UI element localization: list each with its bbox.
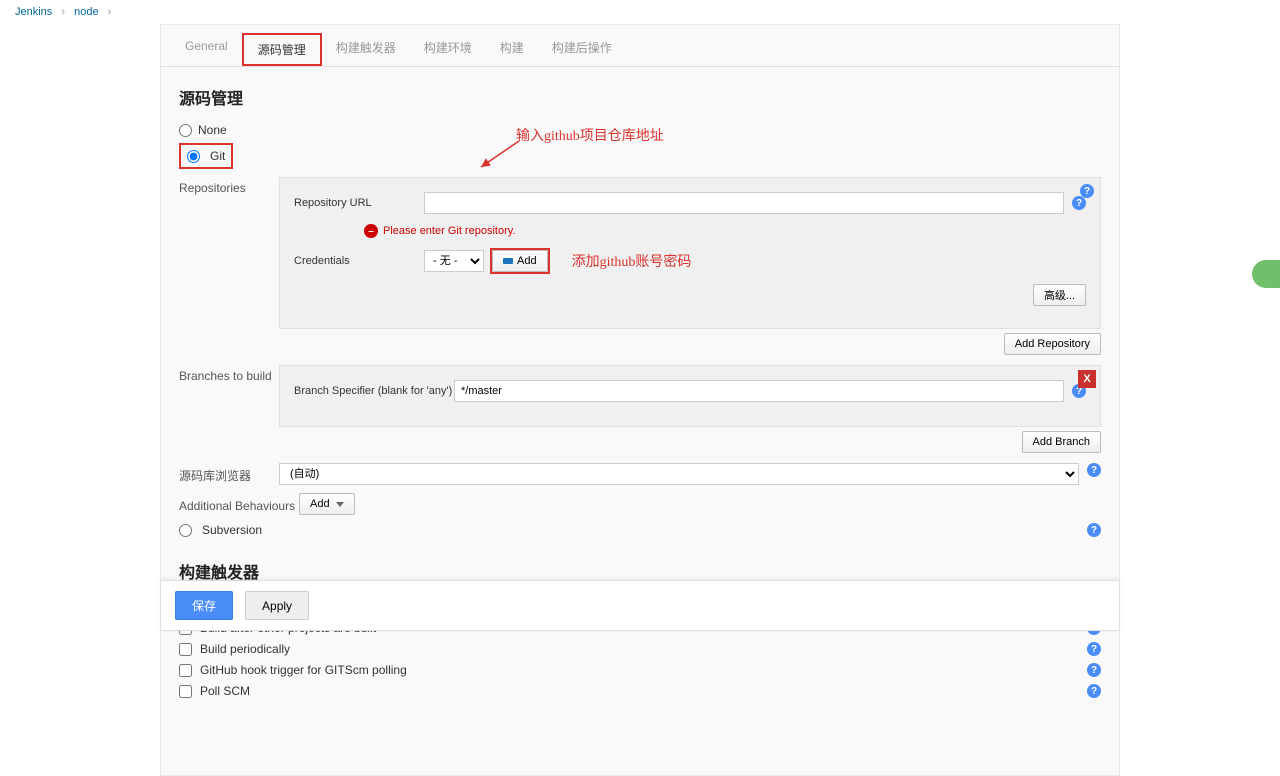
repositories-body: ? Repository URL ? – Please enter Git re…: [279, 177, 1101, 329]
add-repository-button[interactable]: Add Repository: [1004, 333, 1101, 355]
radio-git-label: Git: [210, 149, 225, 163]
advanced-button[interactable]: 高级...: [1033, 284, 1086, 306]
scm-option-none[interactable]: None: [179, 123, 1101, 137]
radio-none[interactable]: [179, 124, 192, 137]
trigger-poll-scm[interactable]: Poll SCM ?: [179, 684, 1101, 698]
radio-git[interactable]: [187, 150, 200, 163]
tab-build[interactable]: 构建: [486, 33, 538, 66]
tab-env[interactable]: 构建环境: [410, 33, 486, 66]
trigger-periodic[interactable]: Build periodically ?: [179, 642, 1101, 656]
trigger-github-label: GitHub hook trigger for GITScm polling: [200, 663, 407, 677]
add-credentials-button[interactable]: Add: [492, 250, 548, 272]
repositories-row: Repositories ? Repository URL ? – Please…: [179, 177, 1101, 329]
branches-body: X Branch Specifier (blank for 'any') ?: [279, 365, 1101, 427]
repo-url-error: – Please enter Git repository.: [364, 224, 1086, 238]
repo-browser-label: 源码库浏览器: [179, 463, 279, 484]
help-icon[interactable]: ?: [1087, 523, 1101, 537]
repo-url-label: Repository URL: [294, 197, 424, 209]
scm-option-subversion[interactable]: Subversion ?: [179, 523, 1101, 537]
chevron-right-icon: ›: [108, 6, 112, 18]
add-branch-button[interactable]: Add Branch: [1022, 431, 1101, 453]
annotation-cred: 添加github账号密码: [572, 251, 692, 271]
credentials-select[interactable]: - 无 -: [424, 250, 484, 272]
trigger-poll-label: Poll SCM: [200, 684, 250, 698]
floating-badge-icon[interactable]: [1252, 260, 1280, 288]
help-icon[interactable]: ?: [1087, 463, 1101, 477]
checkbox-periodic[interactable]: [179, 643, 192, 656]
branch-specifier-input[interactable]: [454, 380, 1064, 402]
checkbox-github[interactable]: [179, 664, 192, 677]
scm-option-git[interactable]: Git: [179, 143, 1101, 169]
save-button[interactable]: 保存: [175, 591, 233, 620]
branches-label: Branches to build: [179, 365, 279, 383]
behaviours-row: Additional Behaviours Add: [179, 493, 1101, 515]
trigger-github-hook[interactable]: GitHub hook trigger for GITScm polling ?: [179, 663, 1101, 677]
help-icon[interactable]: ?: [1072, 196, 1086, 210]
radio-none-label: None: [198, 123, 227, 137]
delete-branch-button[interactable]: X: [1078, 370, 1096, 388]
breadcrumb-node[interactable]: node: [74, 6, 98, 18]
help-icon[interactable]: ?: [1087, 663, 1101, 677]
key-icon: [503, 258, 513, 264]
breadcrumb: Jenkins › node ›: [0, 0, 1280, 24]
tab-scm[interactable]: 源码管理: [242, 33, 322, 66]
add-behaviour-button[interactable]: Add: [299, 493, 355, 515]
trigger-periodic-label: Build periodically: [200, 642, 290, 656]
breadcrumb-root[interactable]: Jenkins: [15, 6, 52, 18]
radio-subversion-label: Subversion: [202, 523, 262, 537]
help-icon[interactable]: ?: [1087, 684, 1101, 698]
help-icon[interactable]: ?: [1080, 184, 1094, 198]
tab-general[interactable]: General: [171, 33, 242, 66]
scm-section-title: 源码管理: [179, 85, 1101, 109]
error-text: Please enter Git repository.: [383, 225, 515, 237]
config-tabs: General 源码管理 构建触发器 构建环境 构建 构建后操作: [161, 25, 1119, 67]
branches-row: Branches to build X Branch Specifier (bl…: [179, 365, 1101, 427]
repo-browser-select[interactable]: (自动): [279, 463, 1079, 485]
repo-browser-row: 源码库浏览器 (自动) ?: [179, 463, 1101, 485]
radio-subversion[interactable]: [179, 524, 192, 537]
apply-button[interactable]: Apply: [245, 591, 309, 620]
sticky-actions: 保存 Apply: [160, 580, 1120, 631]
caret-down-icon: [336, 502, 344, 507]
behaviours-label: Additional Behaviours: [179, 495, 299, 513]
main-panel: General 源码管理 构建触发器 构建环境 构建 构建后操作 源码管理 No…: [160, 24, 1120, 776]
tab-triggers[interactable]: 构建触发器: [322, 33, 410, 66]
checkbox-poll[interactable]: [179, 685, 192, 698]
help-icon[interactable]: ?: [1087, 642, 1101, 656]
repositories-label: Repositories: [179, 177, 279, 195]
repo-url-input[interactable]: [424, 192, 1064, 214]
credentials-label: Credentials: [294, 255, 424, 267]
error-icon: –: [364, 224, 378, 238]
chevron-right-icon: ›: [61, 6, 65, 18]
tab-postbuild[interactable]: 构建后操作: [538, 33, 626, 66]
branch-specifier-label: Branch Specifier (blank for 'any'): [294, 385, 454, 397]
